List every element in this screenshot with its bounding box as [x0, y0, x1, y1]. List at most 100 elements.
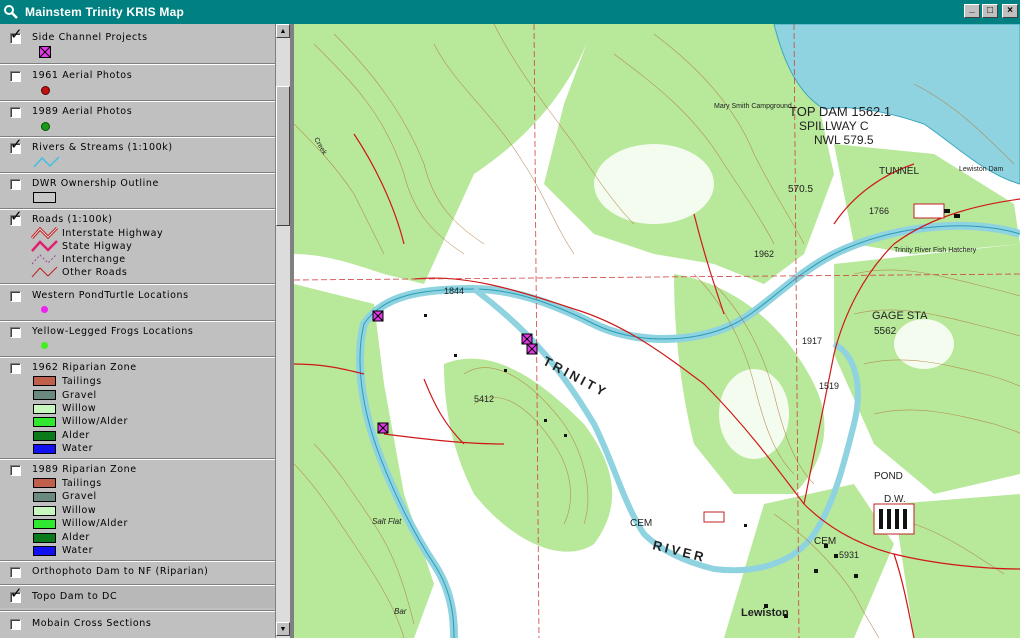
swatch-gravel: [33, 492, 56, 502]
project-marker[interactable]: [521, 333, 533, 345]
road-symbols-icon: [31, 226, 59, 278]
layer-label-rivers: Rivers & Streams (1:100k): [32, 142, 173, 153]
map-label-cem-1: CEM: [630, 518, 652, 529]
swatch-willow: [33, 506, 56, 516]
checkbox-side-channel[interactable]: ✓: [10, 27, 23, 44]
riparian-item: Alder: [62, 532, 90, 543]
scroll-thumb[interactable]: [276, 86, 290, 226]
riparian-item: Gravel: [62, 390, 97, 401]
project-marker[interactable]: [372, 310, 384, 322]
map-label-elevation: 5412: [474, 394, 494, 404]
riparian-item: Willow/Alder: [62, 416, 129, 427]
legend-scrollbar[interactable]: ▲ ▼: [275, 24, 290, 638]
layer-label-roads: Roads (1:100k): [32, 214, 113, 225]
cleared-area: [594, 144, 714, 224]
map-label-hatchery: Trinity River Fish Hatchery: [894, 247, 977, 254]
scroll-down-button[interactable]: ▼: [276, 622, 290, 636]
swatch-water: [33, 546, 56, 556]
project-marker-icon: [39, 46, 51, 58]
checkbox-topo[interactable]: ✓: [10, 586, 23, 603]
riparian-item: Alder: [62, 430, 90, 441]
layer-label-frogs: Yellow-Legged Frogs Locations: [32, 326, 194, 337]
checkmark-icon: ✓: [10, 25, 24, 43]
swatch-willow-alder: [33, 417, 56, 427]
checkbox-riparian-1989[interactable]: [10, 465, 21, 476]
scroll-up-button[interactable]: ▲: [276, 24, 290, 38]
red-dot-icon: [41, 86, 50, 95]
road-item-interstate: Interstate Highway: [62, 228, 164, 239]
map-label-salt-flat: Salt Flat: [372, 517, 402, 526]
layer-label-aerial-1961: 1961 Aerial Photos: [32, 70, 133, 81]
map-label-elevation: 570.5: [788, 184, 813, 195]
map-label-bar: Bar: [394, 607, 407, 616]
checkbox-orthophoto[interactable]: [10, 567, 21, 578]
swatch-tailings: [33, 376, 56, 386]
layer-label-side-channel: Side Channel Projects: [32, 32, 148, 43]
outline-rect-icon: [33, 192, 56, 203]
checkbox-roads[interactable]: ✓: [10, 209, 23, 226]
layer-label-aerial-1989: 1989 Aerial Photos: [32, 106, 133, 117]
riparian-item: Water: [62, 443, 94, 454]
river-line-icon: [33, 156, 60, 168]
map-label-lewiston-dam: Lewiston Dam: [959, 166, 1004, 173]
close-icon: ×: [1007, 5, 1013, 16]
divider: [0, 208, 275, 210]
layer-label-pondturtle: Western PondTurtle Locations: [32, 290, 189, 301]
project-marker[interactable]: [377, 422, 389, 434]
map-label-tunnel: TUNNEL: [879, 166, 919, 177]
divider: [0, 283, 275, 285]
minimize-icon: _: [969, 3, 975, 14]
minimize-button[interactable]: _: [964, 4, 980, 18]
map-label-elevation: 1844: [444, 286, 464, 296]
layer-label-orthophoto: Orthophoto Dam to NF (Riparian): [32, 566, 209, 577]
legend-panel: ✓ Side Channel Projects 1961 Aerial Phot…: [0, 24, 275, 638]
swatch-tailings: [33, 478, 56, 488]
divider: [0, 610, 275, 612]
layer-label-dwr-ownership: DWR Ownership Outline: [32, 178, 159, 189]
divider: [0, 136, 275, 138]
road-item-interchange: Interchange: [62, 254, 126, 265]
checkbox-pondturtle[interactable]: [10, 291, 21, 302]
map-label-cem-2: CEM: [814, 536, 836, 547]
map-label-elevation: 1519: [819, 381, 839, 391]
topo-map[interactable]: TOP DAM 1562.1 SPILLWAY C NWL 579.5 Mary…: [294, 24, 1020, 638]
checkbox-aerial-1961[interactable]: [10, 71, 21, 82]
riparian-item: Tailings: [62, 478, 102, 489]
divider: [0, 458, 275, 460]
riparian-item: Willow/Alder: [62, 518, 129, 529]
topo-map-canvas: TOP DAM 1562.1 SPILLWAY C NWL 579.5 Mary…: [294, 24, 1020, 638]
riparian-item: Gravel: [62, 491, 97, 502]
map-label-nwl: NWL 579.5: [814, 133, 874, 147]
close-button[interactable]: ×: [1002, 4, 1018, 18]
cleared-area: [719, 369, 789, 459]
divider: [0, 320, 275, 322]
checkbox-riparian-1962[interactable]: [10, 363, 21, 374]
app-icon: [4, 5, 18, 19]
map-label-campground: Mary Smith Campground: [714, 103, 792, 110]
map-label-elevation: 5562: [874, 326, 897, 337]
divider: [0, 63, 275, 65]
swatch-water: [33, 444, 56, 454]
checkbox-dwr-ownership[interactable]: [10, 179, 21, 190]
swatch-alder: [33, 431, 56, 441]
checkbox-rivers[interactable]: ✓: [10, 137, 23, 154]
checkmark-icon: ✓: [10, 584, 24, 602]
divider: [0, 560, 275, 562]
map-label-gage: GAGE STA: [872, 310, 928, 322]
riparian-item: Willow: [62, 505, 97, 516]
magenta-dot-icon: [41, 306, 48, 313]
layer-label-mobain: Mobain Cross Sections: [32, 618, 152, 629]
project-marker[interactable]: [526, 343, 538, 355]
checkbox-aerial-1989[interactable]: [10, 107, 21, 118]
map-label-elevation: 1962: [754, 249, 774, 259]
road-item-other: Other Roads: [62, 267, 128, 278]
maximize-button[interactable]: □: [982, 4, 998, 18]
map-label-elevation: 5931: [839, 550, 859, 560]
map-label-dw: D.W.: [884, 494, 906, 505]
checkbox-frogs[interactable]: [10, 327, 21, 338]
green-dot-icon: [41, 122, 50, 131]
checkbox-mobain[interactable]: [10, 619, 21, 630]
riparian-item: Water: [62, 545, 94, 556]
divider: [0, 356, 275, 358]
map-label-elevation: 1766: [869, 206, 889, 216]
